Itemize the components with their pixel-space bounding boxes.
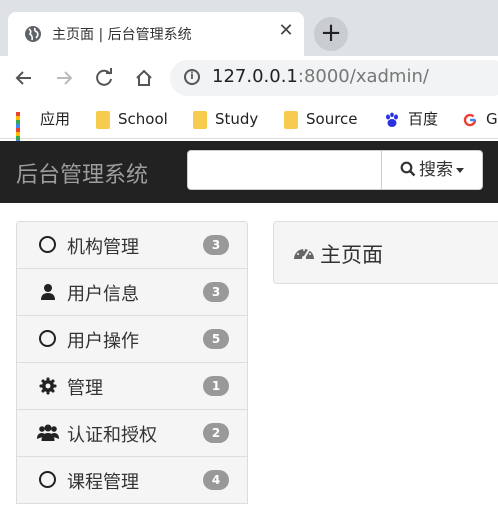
page-title: 主页面 xyxy=(320,243,383,267)
search-icon xyxy=(400,161,416,177)
bookmark-label: 百度 xyxy=(408,110,439,128)
sidebar-item-user-actions[interactable]: 用户操作 5 xyxy=(16,316,248,363)
dashboard-icon xyxy=(294,249,314,260)
sidebar-item-management[interactable]: 管理 1 xyxy=(16,363,248,410)
url-path: :8000/xadmin/ xyxy=(297,66,429,87)
circle-icon xyxy=(39,330,57,348)
bookmark-label: School xyxy=(118,110,168,128)
sidebar-item-label: 用户信息 xyxy=(67,284,139,305)
sidebar-item-label: 管理 xyxy=(67,378,103,399)
bookmark-school[interactable]: School xyxy=(96,108,168,130)
caret-down-icon xyxy=(456,167,464,173)
count-badge: 5 xyxy=(203,329,229,349)
back-arrow-icon[interactable] xyxy=(10,64,38,92)
app-navbar: 后台管理系统 搜索 xyxy=(0,141,498,203)
close-icon[interactable]: ✕ xyxy=(276,21,296,41)
circle-icon xyxy=(39,471,57,489)
count-badge: 3 xyxy=(203,282,229,302)
sidebar-item-label: 机构管理 xyxy=(67,237,139,258)
sidebar-item-label: 课程管理 xyxy=(67,472,139,493)
tab-title: 主页面 | 后台管理系统 xyxy=(52,27,192,43)
sidebar-item-auth[interactable]: 认证和授权 2 xyxy=(16,410,248,457)
search-button[interactable]: 搜索 xyxy=(381,150,483,190)
sidebar-item-label: 用户操作 xyxy=(67,331,139,352)
home-icon[interactable] xyxy=(130,64,158,92)
reload-icon[interactable] xyxy=(90,64,118,92)
new-tab-button[interactable]: + xyxy=(314,17,348,51)
globe-icon xyxy=(25,26,41,42)
bookmark-study[interactable]: Study xyxy=(193,108,258,130)
search-input[interactable] xyxy=(187,150,382,190)
sidebar-item-course-management[interactable]: 课程管理 4 xyxy=(16,457,248,504)
browser-tab[interactable]: 主页面 | 后台管理系统 ✕ xyxy=(8,12,304,56)
baidu-paw-icon xyxy=(386,112,398,127)
count-badge: 3 xyxy=(203,235,229,255)
sidebar-item-label: 认证和授权 xyxy=(67,425,157,446)
users-icon xyxy=(37,424,59,441)
sidebar-menu: 机构管理 3 用户信息 3 用户操作 5 管理 1 认证和授权 2 课程管理 4 xyxy=(16,221,248,504)
bookmark-label: G xyxy=(486,110,498,128)
gear-icon xyxy=(39,377,57,395)
sidebar-item-user-info[interactable]: 用户信息 3 xyxy=(16,269,248,316)
browser-toolbar: i 127.0.0.1:8000/xadmin/ xyxy=(0,56,498,100)
circle-icon xyxy=(39,236,57,254)
count-badge: 1 xyxy=(203,376,229,396)
bookmark-baidu[interactable]: 百度 xyxy=(384,108,438,130)
brand-title[interactable]: 后台管理系统 xyxy=(16,157,148,189)
bookmarks-bar: 应用 School Study Source 百度 G xyxy=(0,100,498,148)
bookmark-google[interactable]: G xyxy=(462,108,498,130)
folder-icon xyxy=(193,110,207,129)
bookmark-label: Study xyxy=(215,110,259,128)
sidebar-item-org-management[interactable]: 机构管理 3 xyxy=(16,221,248,269)
url-text: 127.0.0.1:8000/xadmin/ xyxy=(212,66,429,87)
bookmark-source[interactable]: Source xyxy=(284,108,358,130)
forward-arrow-icon[interactable] xyxy=(50,64,78,92)
count-badge: 4 xyxy=(203,470,229,490)
search-button-label: 搜索 xyxy=(419,160,453,180)
page-header-panel: 主页面 xyxy=(273,221,498,284)
info-icon[interactable]: i xyxy=(184,69,200,85)
bookmark-label: 应用 xyxy=(40,110,71,128)
bookmark-label: Source xyxy=(306,110,358,128)
google-icon xyxy=(463,113,477,126)
apps-grid-icon xyxy=(16,111,32,148)
folder-icon xyxy=(284,110,298,129)
count-badge: 2 xyxy=(203,423,229,443)
tab-strip: 主页面 | 后台管理系统 ✕ + xyxy=(0,0,498,56)
folder-icon xyxy=(96,110,110,129)
user-icon xyxy=(41,284,55,300)
address-bar[interactable]: i 127.0.0.1:8000/xadmin/ xyxy=(170,60,498,96)
bookmark-apps[interactable]: 应用 xyxy=(16,108,71,148)
url-host: 127.0.0.1 xyxy=(212,66,298,87)
